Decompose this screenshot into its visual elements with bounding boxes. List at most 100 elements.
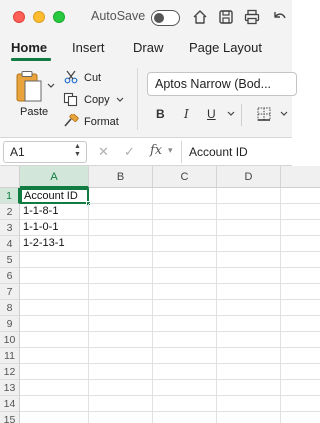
undo-icon[interactable] <box>270 8 288 26</box>
row-header-5[interactable]: 5 <box>0 252 20 268</box>
row-header-6[interactable]: 6 <box>0 268 20 284</box>
cell[interactable] <box>281 396 320 412</box>
active-cell[interactable]: Account ID <box>20 188 89 204</box>
row-header-2[interactable]: 2 <box>0 204 20 220</box>
column-header-a[interactable]: A <box>20 166 89 188</box>
cell[interactable] <box>217 268 281 284</box>
column-header-c[interactable]: C <box>153 166 217 188</box>
cell[interactable] <box>217 188 281 204</box>
cell[interactable] <box>217 396 281 412</box>
insert-function-button[interactable]: fx <box>150 143 162 158</box>
chevron-down-icon[interactable] <box>116 97 124 103</box>
format-painter-button[interactable]: Format <box>84 116 119 128</box>
cell[interactable] <box>89 396 153 412</box>
row-header-4[interactable]: 4 <box>0 236 20 252</box>
fx-chevron-icon[interactable]: ▾ <box>168 145 173 156</box>
cell[interactable] <box>89 316 153 332</box>
cell[interactable] <box>89 364 153 380</box>
cell[interactable] <box>89 284 153 300</box>
cell[interactable] <box>20 316 89 332</box>
confirm-edit-icon[interactable]: ✓ <box>124 144 135 160</box>
cell[interactable] <box>281 268 320 284</box>
cell[interactable] <box>217 300 281 316</box>
cell[interactable] <box>281 332 320 348</box>
cell[interactable] <box>217 364 281 380</box>
cell[interactable] <box>153 204 217 220</box>
cell[interactable] <box>153 252 217 268</box>
cell[interactable] <box>153 300 217 316</box>
cell[interactable] <box>153 348 217 364</box>
underline-button[interactable]: U <box>207 107 216 121</box>
cell[interactable] <box>281 236 320 252</box>
cell[interactable] <box>20 396 89 412</box>
underline-chevron-icon[interactable] <box>227 111 235 117</box>
cell[interactable] <box>281 316 320 332</box>
cell[interactable] <box>89 204 153 220</box>
cut-button[interactable]: Cut <box>84 72 101 84</box>
cell[interactable] <box>89 220 153 236</box>
cell[interactable] <box>89 252 153 268</box>
cell[interactable] <box>217 380 281 396</box>
cell[interactable] <box>153 396 217 412</box>
cell[interactable] <box>281 412 320 423</box>
font-name-dropdown[interactable]: Aptos Narrow (Bod... <box>147 72 297 96</box>
cell[interactable] <box>281 380 320 396</box>
cell[interactable] <box>20 364 89 380</box>
row-header-14[interactable]: 14 <box>0 396 20 412</box>
italic-button[interactable]: I <box>184 107 189 121</box>
cell[interactable] <box>217 412 281 423</box>
bold-button[interactable]: B <box>156 107 165 121</box>
formula-input[interactable]: Account ID <box>181 141 292 163</box>
row-header-3[interactable]: 3 <box>0 220 20 236</box>
cell[interactable] <box>153 380 217 396</box>
cancel-edit-icon[interactable]: ✕ <box>98 144 109 160</box>
cell[interactable] <box>217 252 281 268</box>
cell[interactable] <box>153 236 217 252</box>
name-box-stepper-icon[interactable]: ▲ ▼ <box>74 143 81 159</box>
cell[interactable] <box>20 252 89 268</box>
row-header-15[interactable]: 15 <box>0 412 20 423</box>
row-header-8[interactable]: 8 <box>0 300 20 316</box>
cell[interactable] <box>153 220 217 236</box>
cell[interactable] <box>217 220 281 236</box>
row-header-7[interactable]: 7 <box>0 284 20 300</box>
cell[interactable] <box>89 332 153 348</box>
row-header-1[interactable]: 1 <box>0 188 20 204</box>
row-header-13[interactable]: 13 <box>0 380 20 396</box>
cell[interactable] <box>281 220 320 236</box>
borders-chevron-icon[interactable] <box>280 111 288 117</box>
row-header-10[interactable]: 10 <box>0 332 20 348</box>
autosave-toggle[interactable] <box>151 10 180 26</box>
zoom-window-button[interactable] <box>53 11 65 23</box>
cell[interactable] <box>153 412 217 423</box>
row-header-11[interactable]: 11 <box>0 348 20 364</box>
save-icon[interactable] <box>217 8 235 26</box>
cell[interactable]: 1-1-0-1 <box>20 220 89 236</box>
row-header-12[interactable]: 12 <box>0 364 20 380</box>
cell[interactable]: 1-2-13-1 <box>20 236 89 252</box>
cell[interactable] <box>89 412 153 423</box>
cell[interactable] <box>89 188 153 204</box>
cell[interactable] <box>281 364 320 380</box>
cell[interactable] <box>89 348 153 364</box>
cell[interactable] <box>153 268 217 284</box>
cell[interactable] <box>281 188 320 204</box>
minimize-window-button[interactable] <box>33 11 45 23</box>
cell[interactable] <box>89 268 153 284</box>
cell[interactable] <box>281 348 320 364</box>
close-window-button[interactable] <box>13 11 25 23</box>
cell[interactable] <box>89 236 153 252</box>
tab-home[interactable]: Home <box>11 40 47 55</box>
tab-page-layout[interactable]: Page Layout <box>189 40 262 55</box>
cell[interactable] <box>217 236 281 252</box>
cell[interactable] <box>20 380 89 396</box>
column-header-b[interactable]: B <box>89 166 153 188</box>
cell[interactable] <box>217 284 281 300</box>
cell[interactable] <box>217 332 281 348</box>
cell[interactable] <box>20 300 89 316</box>
cell[interactable] <box>20 412 89 423</box>
tab-insert[interactable]: Insert <box>72 40 105 55</box>
paste-button[interactable]: Paste <box>20 106 48 118</box>
column-header-d[interactable]: D <box>217 166 281 188</box>
cell[interactable] <box>20 348 89 364</box>
